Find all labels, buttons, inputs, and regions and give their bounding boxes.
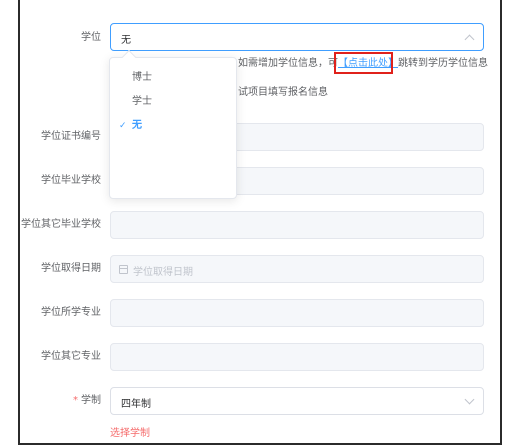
highlight-box [334, 52, 393, 74]
calendar-icon [119, 265, 128, 274]
date-placeholder: 学位取得日期 [133, 267, 193, 278]
degree-hint-line2: 试项目填写报名信息 [238, 87, 328, 98]
schooling-error: 选择学制 [110, 428, 150, 439]
other-major-input[interactable] [110, 343, 484, 371]
dropdown-option-doctor[interactable]: 博士 [110, 66, 236, 90]
dropdown-option-none-label: 无 [132, 120, 142, 131]
chevron-up-icon [464, 34, 475, 45]
dropdown-option-none[interactable]: ✓ 无 [110, 114, 236, 138]
major-input[interactable] [110, 299, 484, 327]
degree-hint-suffix: 跳转到学历学位信息 [398, 58, 488, 69]
other-school-input[interactable] [110, 211, 484, 239]
schooling-label-text: 学制 [81, 395, 101, 406]
degree-label: 学位 [81, 32, 101, 43]
check-icon: ✓ [119, 121, 127, 131]
date-label: 学位取得日期 [41, 263, 101, 274]
schooling-select-value: 四年制 [121, 399, 151, 410]
degree-select-value: 无 [121, 35, 131, 46]
chevron-down-icon [464, 394, 475, 405]
other-major-label: 学位其它专业 [41, 351, 101, 362]
major-label: 学位所学专业 [41, 307, 101, 318]
schooling-select[interactable]: 四年制 [110, 387, 484, 415]
date-input[interactable]: 学位取得日期 [110, 255, 484, 283]
grad-school-label: 学位毕业学校 [41, 175, 101, 186]
degree-hint-prefix: 如需增加学位信息，可 [238, 58, 338, 69]
dropdown-option-bachelor[interactable]: 学士 [110, 90, 236, 114]
required-mark: * [73, 395, 78, 406]
degree-dropdown: 博士 学士 ✓ 无 [109, 49, 237, 199]
other-school-label: 学位其它毕业学校 [21, 219, 101, 230]
cert-no-label: 学位证书编号 [41, 131, 101, 142]
degree-select[interactable]: 无 [110, 23, 484, 51]
schooling-label: * 学制 [1, 394, 101, 408]
